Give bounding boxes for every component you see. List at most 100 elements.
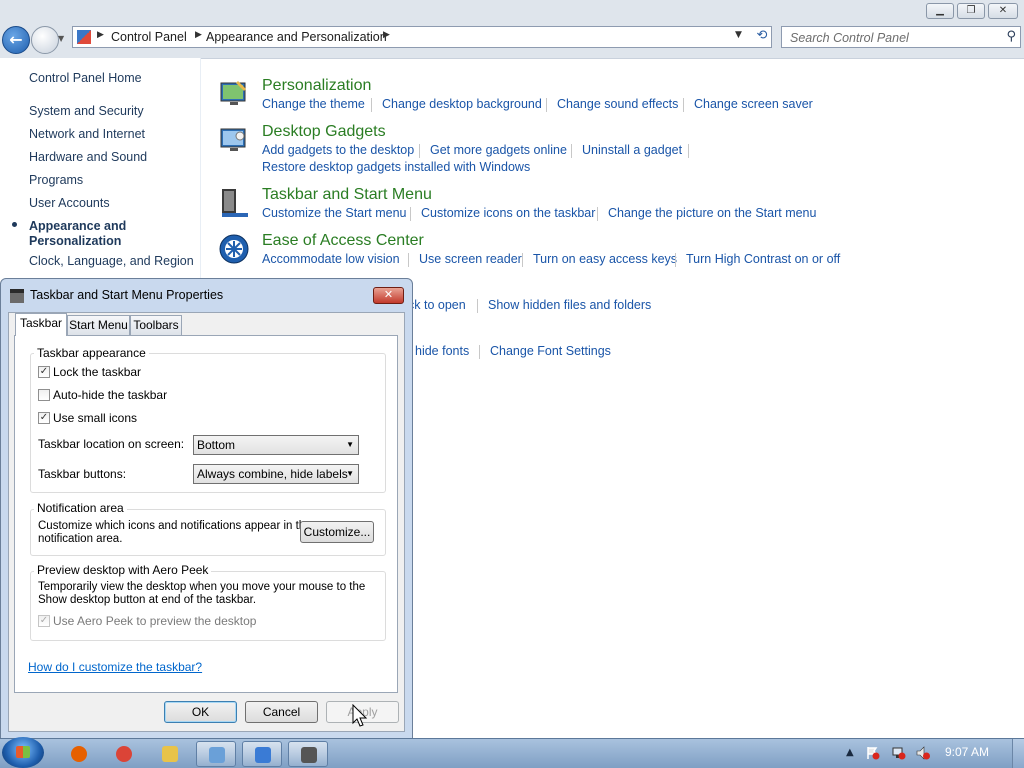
refresh-icon[interactable]: ⟲: [752, 28, 772, 46]
close-window-button[interactable]: ✕: [988, 3, 1018, 19]
link-show-hidden-files[interactable]: Show hidden files and folders: [488, 298, 651, 312]
maximize-button[interactable]: ❐: [957, 3, 985, 19]
sidebar-item-programs[interactable]: Programs: [29, 173, 83, 187]
link-separator: [479, 345, 480, 359]
taskbar-item-remote-desktop[interactable]: [242, 741, 282, 767]
volume-muted-icon[interactable]: [916, 746, 930, 760]
restore-icon: ❐: [966, 5, 976, 16]
show-desktop-button[interactable]: [1012, 739, 1024, 768]
sidebar-item-appearance-line2[interactable]: Personalization: [29, 234, 121, 248]
link-separator: [597, 207, 598, 221]
link-separator: [419, 144, 420, 158]
personalization-icon[interactable]: [218, 78, 250, 110]
category-title-ease-of-access[interactable]: Ease of Access Center: [262, 232, 424, 250]
checkmark-icon: ✓: [39, 412, 49, 423]
aero-peek-label[interactable]: Use Aero Peek to preview the desktop: [53, 614, 256, 628]
link-separator: [410, 207, 411, 221]
link-separator: [675, 253, 676, 267]
sidebar-item-control-panel-home[interactable]: Control Panel Home: [29, 71, 142, 85]
link-change-font-settings[interactable]: Change Font Settings: [490, 344, 611, 358]
network-icon[interactable]: [892, 746, 906, 760]
minimize-icon: ▁: [936, 5, 944, 16]
category-title-taskbar-start-menu[interactable]: Taskbar and Start Menu: [262, 186, 432, 204]
address-bar[interactable]: ▶ Control Panel ▶ Appearance and Persona…: [72, 26, 772, 48]
breadcrumb-arrow-icon[interactable]: ▶: [97, 30, 104, 40]
link-accommodate-low-vision[interactable]: Accommodate low vision: [262, 252, 400, 266]
search-input[interactable]: [788, 30, 1002, 46]
taskbar-location-label: Taskbar location on screen:: [38, 437, 185, 451]
link-change-theme[interactable]: Change the theme: [262, 97, 365, 111]
start-button[interactable]: [2, 737, 44, 768]
taskbar-dialog-icon: [10, 289, 24, 303]
small-icons-checkbox[interactable]: ✓: [38, 412, 50, 424]
breadcrumb-arrow-icon[interactable]: ▶: [195, 30, 202, 40]
desktop-gadgets-icon[interactable]: [218, 124, 250, 156]
small-icons-label[interactable]: Use small icons: [53, 411, 137, 425]
link-change-sound-effects[interactable]: Change sound effects: [557, 97, 678, 111]
link-restore-gadgets[interactable]: Restore desktop gadgets installed with W…: [262, 160, 530, 174]
back-button[interactable]: ←: [2, 26, 30, 54]
chrome-icon: [116, 746, 132, 762]
taskbar-item-explorer[interactable]: [150, 741, 190, 767]
search-icon[interactable]: ⚲: [1006, 29, 1016, 44]
link-use-screen-reader[interactable]: Use screen reader: [419, 252, 522, 266]
taskbar-item-firefox[interactable]: [59, 741, 99, 767]
link-change-desktop-background[interactable]: Change desktop background: [382, 97, 542, 111]
sidebar-item-clock-language[interactable]: Clock, Language, and Region: [29, 254, 194, 268]
cancel-button[interactable]: Cancel: [245, 701, 318, 723]
aero-peek-checkbox[interactable]: ✓: [38, 615, 50, 627]
breadcrumb-control-panel[interactable]: Control Panel: [111, 30, 187, 44]
action-center-flag-icon[interactable]: [866, 746, 880, 760]
link-easy-access-keys[interactable]: Turn on easy access keys: [533, 252, 677, 266]
link-change-start-picture[interactable]: Change the picture on the Start menu: [608, 206, 816, 220]
link-separator: [477, 299, 478, 313]
sidebar-item-network[interactable]: Network and Internet: [29, 127, 145, 141]
recent-pages-dropdown-icon[interactable]: ▼: [58, 34, 64, 43]
customize-button[interactable]: Customize...: [300, 521, 374, 543]
link-hide-fonts-partial[interactable]: hide fonts: [415, 344, 469, 358]
minimize-button[interactable]: ▁: [926, 3, 954, 19]
link-click-to-open-partial[interactable]: ck to open: [408, 298, 466, 312]
taskbar-item-taskbar-properties[interactable]: [288, 741, 328, 767]
autohide-taskbar-label[interactable]: Auto-hide the taskbar: [53, 388, 167, 402]
taskbar-start-menu-icon[interactable]: [218, 187, 250, 219]
taskbar-buttons-select[interactable]: Always combine, hide labels ▼: [193, 464, 359, 484]
help-customize-taskbar-link[interactable]: How do I customize the taskbar?: [28, 660, 202, 674]
taskbar-location-select[interactable]: Bottom ▼: [193, 435, 359, 455]
tab-start-menu[interactable]: Start Menu: [67, 315, 130, 335]
sidebar-item-hardware[interactable]: Hardware and Sound: [29, 150, 147, 164]
breadcrumb-arrow-icon[interactable]: ▶: [383, 30, 390, 40]
link-change-screen-saver[interactable]: Change screen saver: [694, 97, 813, 111]
search-box[interactable]: ⚲: [781, 26, 1021, 48]
tab-taskbar[interactable]: Taskbar: [15, 313, 67, 336]
sidebar-item-system-security[interactable]: System and Security: [29, 104, 144, 118]
link-add-gadgets[interactable]: Add gadgets to the desktop: [262, 143, 414, 157]
tab-toolbars[interactable]: Toolbars: [130, 315, 182, 335]
sidebar-item-user-accounts[interactable]: User Accounts: [29, 196, 110, 210]
breadcrumb-appearance[interactable]: Appearance and Personalization: [206, 30, 387, 44]
category-title-personalization[interactable]: Personalization: [262, 77, 371, 95]
link-separator: [688, 144, 689, 158]
lock-taskbar-checkbox[interactable]: ✓: [38, 366, 50, 378]
show-hidden-icons-arrow-icon[interactable]: ▲: [846, 747, 854, 758]
taskbar-item-control-panel[interactable]: [196, 741, 236, 767]
link-get-more-gadgets[interactable]: Get more gadgets online: [430, 143, 567, 157]
link-uninstall-gadget[interactable]: Uninstall a gadget: [582, 143, 682, 157]
address-dropdown-icon[interactable]: ▼: [735, 30, 742, 40]
ok-button[interactable]: OK: [164, 701, 237, 723]
link-separator: [546, 98, 547, 112]
link-separator: [371, 98, 372, 112]
forward-button[interactable]: [31, 26, 59, 54]
lock-taskbar-label[interactable]: Lock the taskbar: [53, 365, 141, 379]
link-customize-start-menu[interactable]: Customize the Start menu: [262, 206, 407, 220]
sidebar-item-appearance[interactable]: Appearance and: [29, 219, 126, 233]
ease-of-access-icon[interactable]: [218, 233, 250, 265]
selected-bullet-icon: [12, 222, 17, 227]
link-customize-taskbar-icons[interactable]: Customize icons on the taskbar: [421, 206, 595, 220]
autohide-taskbar-checkbox[interactable]: [38, 389, 50, 401]
taskbar-item-chrome[interactable]: [104, 741, 144, 767]
dialog-close-button[interactable]: ✕: [373, 287, 404, 304]
category-title-desktop-gadgets[interactable]: Desktop Gadgets: [262, 123, 386, 141]
taskbar-clock[interactable]: 9:07 AM: [945, 745, 989, 759]
link-high-contrast[interactable]: Turn High Contrast on or off: [686, 252, 840, 266]
